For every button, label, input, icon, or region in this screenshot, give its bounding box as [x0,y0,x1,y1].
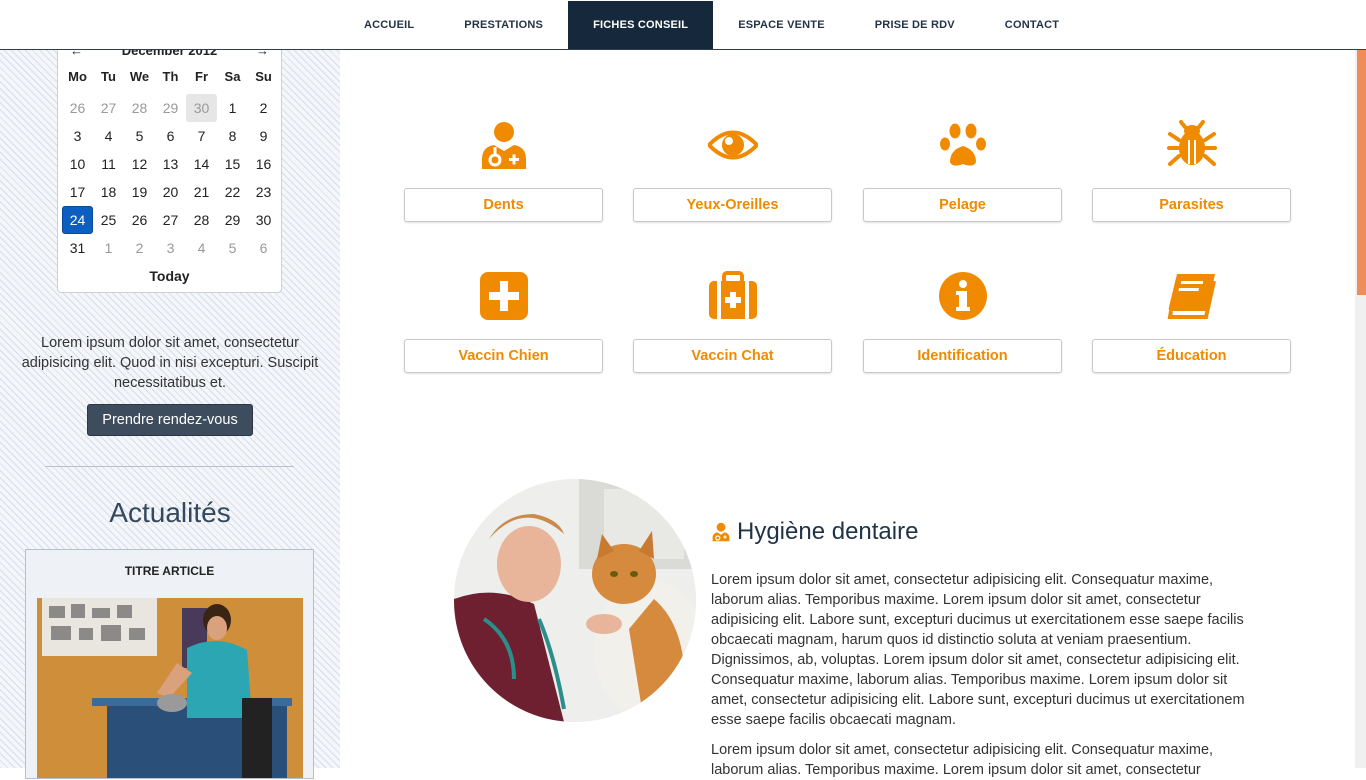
sidebar: ← December 2012 → Mo Tu We Th Fr Sa Su 26 27 28 2… [0,0,340,779]
vet-cat-photo [454,479,696,722]
advice-tile-button[interactable]: Vaccin Chat [633,339,832,373]
calendar-day[interactable]: 25 [93,206,124,234]
calendar-day[interactable]: 28 [186,206,217,234]
calendar-day[interactable]: 29 [155,94,186,122]
calendar-day[interactable]: 1 [93,234,124,262]
nav-menu: ACCUEIL PRESTATIONS FICHES CONSEIL ESPACE V… [339,1,1084,49]
calendar-day[interactable]: 15 [217,150,248,178]
calendar-weekday: Th [162,69,179,84]
calendar-day[interactable]: 2 [248,94,279,122]
calendar-day[interactable]: 26 [124,206,155,234]
calendar-day[interactable]: 29 [217,206,248,234]
calendar-day[interactable]: 11 [93,150,124,178]
calendar-day[interactable]: 31 [62,234,93,262]
calendar-day[interactable]: 9 [248,122,279,150]
calendar-weekday: Sa [224,69,241,84]
calendar-day[interactable]: 2 [124,234,155,262]
article-paragraph: Lorem ipsum dolor sit amet, consectetur … [711,572,1245,728]
calendar-day[interactable]: 13 [155,150,186,178]
calendar-day[interactable]: 1 [217,94,248,122]
calendar-weekday: Mo [68,69,87,84]
calendar-widget: ← December 2012 → Mo Tu We Th Fr Sa Su 26 27 28 2… [57,38,282,293]
calendar-day[interactable]: 5 [124,122,155,150]
sidebar-divider [45,466,294,467]
calendar-day[interactable]: 7 [186,122,217,150]
nav-item-accueil[interactable]: ACCUEIL [339,1,439,49]
calendar-day[interactable]: 24 [62,206,93,234]
nav-item-fiches-conseil[interactable]: FICHES CONSEIL [568,1,714,49]
advice-tile-button[interactable]: Éducation [1092,339,1291,373]
calendar-weekdays: Mo Tu We Th Fr Sa Su [62,69,279,84]
calendar-day[interactable]: 12 [124,150,155,178]
calendar-day[interactable]: 8 [217,122,248,150]
article-paragraph: Lorem ipsum dolor sit amet, consectetur … [711,742,1214,778]
calendar-day[interactable]: 10 [62,150,93,178]
calendar-day[interactable]: 23 [248,178,279,206]
nav-item-contact[interactable]: CONTACT [980,1,1084,49]
sidebar-text: Lorem ipsum dolor sit amet, consectetur … [21,335,319,391]
calendar-weekday: Tu [101,69,116,84]
calendar-day[interactable]: 26 [62,94,93,122]
calendar-day[interactable]: 22 [217,178,248,206]
paw-icon[interactable] [938,120,988,170]
advice-tile-button[interactable]: Yeux-Oreilles [633,188,832,222]
calendar-day[interactable]: 6 [248,234,279,262]
nav-item-prestations[interactable]: PRESTATIONS [439,1,568,49]
article-heading: Hygiène dentaire [711,518,918,546]
calendar-day[interactable]: 30 [248,206,279,234]
nav-item-espace-vente[interactable]: ESPACE VENTE [713,1,850,49]
plus-square-icon[interactable] [479,271,529,321]
calendar-day[interactable]: 27 [93,94,124,122]
calendar-today-button[interactable]: Today [58,268,281,284]
calendar-day[interactable]: 3 [155,234,186,262]
calendar-day[interactable]: 21 [186,178,217,206]
calendar-day[interactable]: 5 [217,234,248,262]
calendar-days: 26 27 28 29 30 1 2 3 4 5 6 7 8 9 10 11 12 13 14 15 16 17 18 19 2… [62,94,279,262]
advice-tile-button[interactable]: Identification [863,339,1062,373]
scrollbar[interactable] [1355,42,1366,768]
calendar-day[interactable]: 4 [93,122,124,150]
calendar-day[interactable]: 6 [155,122,186,150]
news-article-card[interactable]: TITRE ARTICLE [25,549,314,779]
book-icon[interactable] [1167,271,1217,321]
calendar-day[interactable]: 28 [124,94,155,122]
news-article-image[interactable] [37,598,303,778]
appointment-button[interactable]: Prendre rendez-vous [87,404,253,436]
calendar-day[interactable]: 27 [155,206,186,234]
bug-icon[interactable] [1167,120,1217,170]
calendar-day[interactable]: 30 [186,94,217,122]
advice-tile-button[interactable]: Parasites [1092,188,1291,222]
user-md-icon [712,522,730,542]
advice-tile-button[interactable]: Pelage [863,188,1062,222]
calendar-day[interactable]: 18 [93,178,124,206]
info-circle-icon[interactable] [938,271,988,321]
calendar-day[interactable]: 17 [62,178,93,206]
eye-icon[interactable] [708,120,758,170]
medkit-icon[interactable] [708,271,758,321]
calendar-day[interactable]: 4 [186,234,217,262]
calendar-day[interactable]: 19 [124,178,155,206]
calendar-weekday: We [129,69,150,84]
calendar-day[interactable]: 16 [248,150,279,178]
advice-tile-button[interactable]: Vaccin Chien [404,339,603,373]
news-heading: Actualités [109,497,231,528]
nav-item-prise-de-rdv[interactable]: PRISE DE RDV [850,1,980,49]
top-navigation: ACCUEIL PRESTATIONS FICHES CONSEIL ESPACE V… [0,0,1366,50]
advice-tile-button[interactable]: Dents [404,188,603,222]
calendar-day[interactable]: 14 [186,150,217,178]
calendar-weekday: Su [255,69,272,84]
scrollbar-thumb[interactable] [1357,42,1366,295]
calendar-weekday: Fr [195,69,208,84]
calendar-day[interactable]: 20 [155,178,186,206]
news-article-title[interactable]: TITRE ARTICLE [26,564,313,578]
calendar-day[interactable]: 3 [62,122,93,150]
article-title: Hygiène dentaire [737,518,919,545]
user-md-icon[interactable] [479,120,529,170]
